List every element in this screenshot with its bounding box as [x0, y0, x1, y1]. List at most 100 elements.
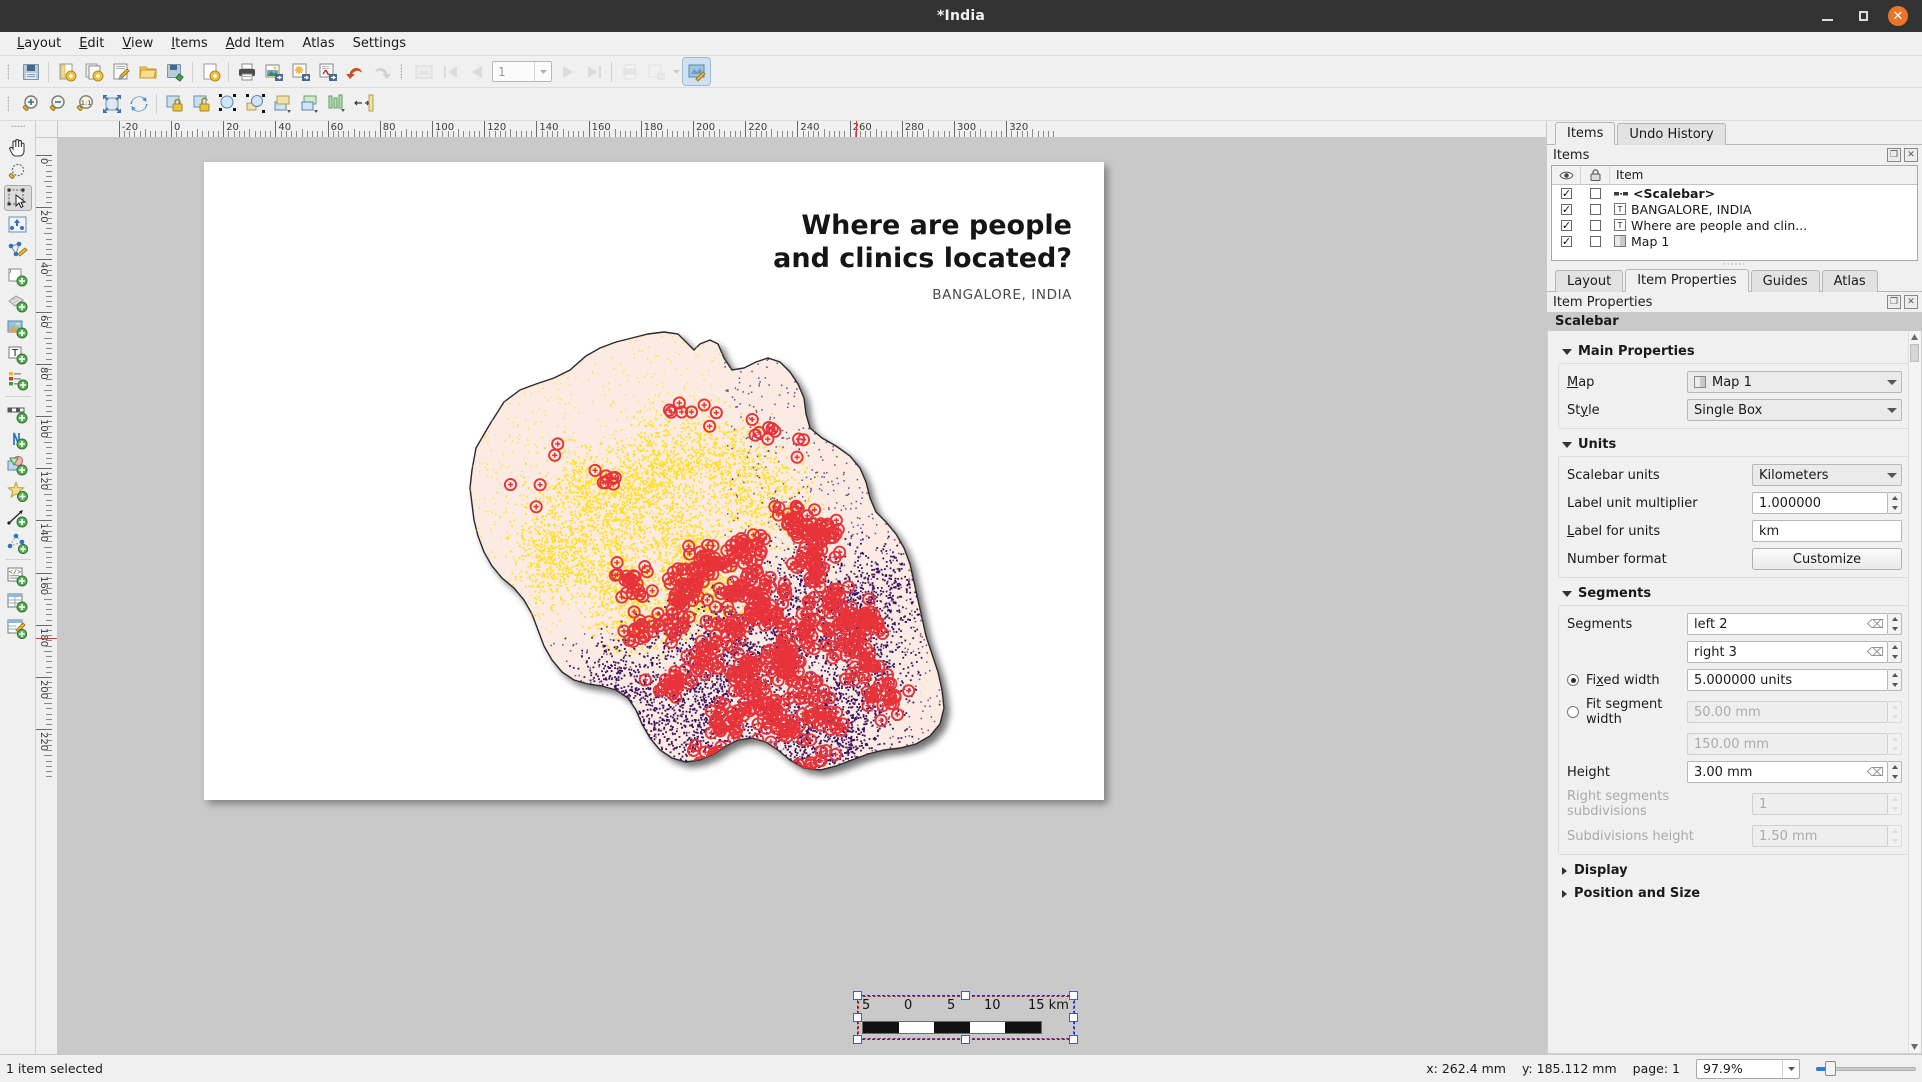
duplicate-layout-icon[interactable] [80, 58, 107, 85]
visibility-eye-icon[interactable] [1552, 166, 1581, 184]
items-list[interactable]: Item <Scalebar> [1551, 165, 1918, 261]
tab-guides[interactable]: Guides [1750, 270, 1820, 292]
menu-items[interactable]: Items [162, 34, 216, 53]
atlas-export-icon[interactable] [643, 58, 670, 85]
section-display[interactable]: Display [1562, 863, 1911, 878]
atlas-page-input[interactable]: 1 [492, 61, 552, 82]
fit-segment-min-input[interactable]: 50.00 mm [1687, 701, 1888, 723]
atlas-next-icon[interactable] [553, 58, 580, 85]
tab-undo-history[interactable]: Undo History [1617, 123, 1726, 145]
zoom-slider[interactable] [1816, 1060, 1916, 1078]
resize-handle-bl[interactable] [853, 1035, 862, 1044]
row-lock-checkbox[interactable] [1590, 203, 1601, 215]
fixed-width-input[interactable]: 5.000000 units [1687, 669, 1888, 691]
save-layout-icon[interactable] [161, 58, 188, 85]
menu-layout[interactable]: Layout [8, 34, 70, 53]
number-format-customize-button[interactable]: Customize [1752, 548, 1902, 570]
fixed-width-stepper[interactable] [1888, 669, 1902, 691]
segments-right-input[interactable]: right 3 ⌫ [1687, 641, 1888, 663]
menu-settings[interactable]: Settings [344, 34, 415, 53]
save-project-icon[interactable] [17, 58, 44, 85]
maximize-button[interactable] [1852, 5, 1874, 27]
table-row[interactable]: <Scalebar> [1552, 185, 1917, 201]
chevron-down-icon[interactable] [534, 62, 551, 81]
layout-properties-icon[interactable] [197, 58, 224, 85]
row-visibility-checkbox[interactable] [1561, 203, 1572, 215]
add-marker-icon[interactable] [4, 478, 32, 504]
row-visibility-checkbox[interactable] [1561, 235, 1572, 247]
undo-icon[interactable] [341, 58, 368, 85]
resize-handle-tc[interactable] [961, 991, 970, 1000]
redo-icon[interactable] [368, 58, 395, 85]
layout-page[interactable]: Where are people and clinics located? BA… [204, 162, 1104, 1044]
move-item-content-icon[interactable] [4, 211, 32, 237]
atlas-preview-icon[interactable] [410, 58, 437, 85]
add-arrow-icon[interactable] [4, 504, 32, 530]
ungroup-items-icon[interactable] [242, 91, 269, 118]
clear-icon[interactable]: ⌫ [1867, 765, 1884, 780]
height-input[interactable]: 3.00 mm ⌫ [1687, 761, 1888, 783]
toolbar-grip[interactable] [5, 61, 14, 83]
segments-right-stepper[interactable] [1888, 641, 1902, 663]
atlas-settings-icon[interactable] [682, 57, 711, 86]
layout-manager-icon[interactable] [107, 58, 134, 85]
table-row[interactable]: T Where are people and clin... [1552, 217, 1917, 233]
lower-items-icon[interactable] [296, 91, 323, 118]
menu-edit[interactable]: Edit [70, 34, 113, 53]
chevron-down-icon[interactable] [1782, 1059, 1799, 1078]
zoom-level-combo[interactable]: 97.9% [1696, 1058, 1800, 1079]
tab-item-properties[interactable]: Item Properties [1625, 269, 1749, 292]
section-position-and-size[interactable]: Position and Size [1562, 886, 1911, 901]
label-unit-multiplier-stepper[interactable] [1888, 492, 1902, 514]
section-segments[interactable]: Segments [1562, 586, 1911, 601]
refresh-icon[interactable] [125, 91, 152, 118]
add-node-item-icon[interactable] [4, 530, 32, 556]
add-scalebar-icon[interactable] [4, 400, 32, 426]
row-lock-checkbox[interactable] [1590, 187, 1601, 199]
tab-items[interactable]: Items [1555, 122, 1616, 145]
vertical-ruler[interactable]: 020406080100120140160180200220 [36, 138, 58, 1054]
properties-scrollbar[interactable] [1908, 331, 1920, 1053]
resize-handle-tl[interactable] [853, 991, 862, 1000]
undock-icon[interactable]: ❐ [1887, 295, 1901, 309]
label-for-units-input[interactable]: km [1752, 520, 1902, 542]
add-label-icon[interactable]: T [4, 341, 32, 367]
layout-title-label[interactable]: Where are people and clinics located? [642, 210, 1072, 276]
export-pdf-icon[interactable] [314, 58, 341, 85]
lock-items-icon[interactable] [161, 91, 188, 118]
section-main-properties[interactable]: Main Properties [1562, 344, 1911, 359]
atlas-first-icon[interactable] [437, 58, 464, 85]
table-row[interactable]: Map 1 [1552, 233, 1917, 249]
dock-splitter[interactable]: ······ [1547, 260, 1922, 270]
resize-handle-ml[interactable] [853, 1013, 862, 1022]
add-3d-map-icon[interactable] [4, 289, 32, 315]
scalebar-units-select[interactable]: Kilometers [1752, 464, 1902, 486]
pan-tool-icon[interactable] [4, 133, 32, 159]
resize-handle-tr[interactable] [1069, 991, 1078, 1000]
nav-toolbar-grip[interactable] [5, 93, 14, 115]
new-layout-icon[interactable] [53, 58, 80, 85]
menu-view[interactable]: View [113, 34, 162, 53]
add-legend-icon[interactable] [4, 367, 32, 393]
fixed-width-radio[interactable] [1567, 674, 1579, 686]
close-icon[interactable]: ✕ [1904, 148, 1918, 162]
segments-left-stepper[interactable] [1888, 613, 1902, 635]
close-icon[interactable]: ✕ [1904, 295, 1918, 309]
distribute-icon[interactable] [350, 91, 377, 118]
align-left-icon[interactable] [323, 91, 350, 118]
map-select[interactable]: Map 1 [1687, 371, 1902, 393]
menu-add-item[interactable]: Add Item [217, 34, 294, 53]
lock-icon[interactable] [1581, 166, 1610, 184]
style-select[interactable]: Single Box [1687, 399, 1902, 421]
add-table-icon[interactable] [4, 589, 32, 615]
resize-handle-bc[interactable] [961, 1035, 970, 1044]
minimize-button[interactable] [1816, 5, 1838, 27]
row-lock-checkbox[interactable] [1590, 219, 1601, 231]
raise-items-icon[interactable] [269, 91, 296, 118]
add-html-icon[interactable]: </> [4, 563, 32, 589]
height-stepper[interactable] [1888, 761, 1902, 783]
label-unit-multiplier-input[interactable]: 1.000000 [1752, 492, 1888, 514]
left-toolbar-grip[interactable] [8, 123, 28, 131]
zoom-out-icon[interactable] [44, 91, 71, 118]
zoom-full-icon[interactable] [98, 91, 125, 118]
